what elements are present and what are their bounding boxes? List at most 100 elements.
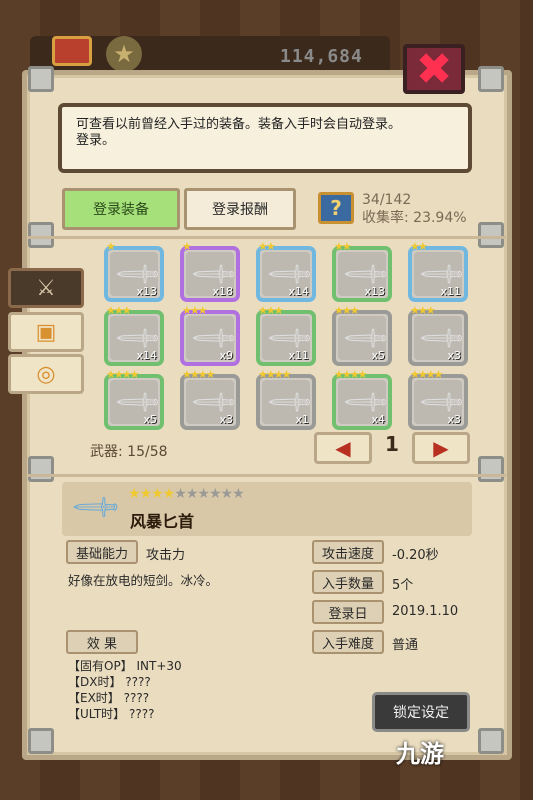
star-icon: ★: [220, 486, 234, 502]
next-page-button[interactable]: ▶: [412, 432, 470, 464]
rivet: [478, 456, 504, 482]
detail-header: [62, 482, 472, 536]
tab-registration-rewards[interactable]: 登录报酬: [184, 188, 296, 230]
flavor-text: 好像在放电的短剑。冰冷。: [68, 573, 219, 588]
currency-amount: 114,684: [280, 46, 363, 67]
star-icon: ★: [185, 486, 199, 502]
close-x-icon: ✖: [415, 43, 453, 95]
description-box: 可查看以前曾经入手过的装备。装备入手时会自动登录。 登录。: [58, 103, 472, 173]
star-icon: ★: [208, 486, 222, 502]
slot-quantity: x4: [371, 413, 385, 426]
equipment-slot[interactable]: ★★★ 🗡 x5: [332, 304, 392, 366]
equipment-slot[interactable]: ★★★ 🗡 x9: [180, 304, 240, 366]
difficulty-value: 普通: [392, 638, 419, 653]
divider: [28, 236, 506, 239]
sword-icon: ⚔: [36, 275, 56, 301]
effect-line: 【DX时】 ????: [68, 675, 151, 689]
weapon-tab[interactable]: ⚔: [8, 268, 84, 308]
obtained-count-label: 入手数量: [312, 570, 384, 594]
slot-stars: ★★: [258, 240, 276, 253]
slot-stars: ★★★: [182, 304, 208, 317]
star-icon: ★: [174, 486, 187, 502]
armor-tab[interactable]: ▣: [8, 312, 84, 352]
equipment-slot[interactable]: ★★★★ 🗡 x3: [408, 368, 468, 430]
slot-quantity: x13: [136, 285, 157, 298]
slot-stars: ★★★: [410, 304, 436, 317]
slot-quantity: x9: [219, 349, 233, 362]
equipment-slot[interactable]: ★★ 🗡 x13: [332, 240, 392, 302]
register-date-value: 2019.1.10: [392, 604, 459, 619]
attack-speed-label: 攻击速度: [312, 540, 384, 564]
rivet: [28, 222, 54, 248]
star-icon: ★: [151, 486, 164, 502]
equipment-slot[interactable]: ★★ 🗡 x11: [408, 240, 468, 302]
rate-value: 23.94%: [413, 210, 467, 226]
rivet: [478, 728, 504, 754]
chest-icon: [52, 36, 92, 66]
slot-quantity: x3: [219, 413, 233, 426]
slot-quantity: x13: [364, 285, 385, 298]
slot-quantity: x18: [212, 285, 233, 298]
slot-quantity: x1: [295, 413, 309, 426]
equipment-slot[interactable]: ★★ 🗡 x14: [256, 240, 316, 302]
attack-speed-value: -0.20秒: [392, 548, 439, 563]
slot-quantity: x14: [288, 285, 309, 298]
equipment-slot[interactable]: ★★★★ 🗡 x5: [104, 368, 164, 430]
lock-settings-button[interactable]: 锁定设定: [372, 692, 470, 732]
rivet: [28, 66, 54, 92]
obtained-count-value: 5个: [392, 578, 414, 593]
slot-stars: ★: [182, 240, 192, 253]
equipment-slot[interactable]: ★★★ 🗡 x11: [256, 304, 316, 366]
rivet: [28, 728, 54, 754]
armor-icon: ▣: [35, 319, 57, 345]
difficulty-label: 入手难度: [312, 630, 384, 654]
equipment-slot[interactable]: ★★★ 🗡 x3: [408, 304, 468, 366]
slot-quantity: x5: [371, 349, 385, 362]
collection-count: 34/142: [362, 192, 412, 208]
accessory-tab[interactable]: ◎: [8, 354, 84, 394]
book-icon: ?: [318, 192, 354, 224]
effect-line: 【ULT时】 ????: [68, 707, 155, 721]
star-icon: ★: [232, 486, 245, 502]
arrow-left-icon: ◀: [335, 436, 351, 460]
arrow-right-icon: ▶: [433, 436, 449, 460]
base-ability-value: 攻击力: [146, 548, 186, 563]
effect-line: 【固有OP】 INT+30: [68, 659, 182, 673]
divider: [28, 474, 506, 477]
slot-stars: ★★★: [258, 304, 284, 317]
slot-stars: ★★★: [106, 304, 132, 317]
description-text: 可查看以前曾经入手过的装备。装备入手时会自动登录。 登录。: [76, 117, 402, 148]
close-button[interactable]: ✖: [403, 43, 465, 95]
collection-rate: 收集率: 23.94%: [362, 207, 467, 227]
star-icon: ★: [128, 486, 141, 502]
slot-quantity: x5: [143, 413, 157, 426]
prev-page-button[interactable]: ◀: [314, 432, 372, 464]
slot-quantity: x3: [447, 413, 461, 426]
rate-label: 收集率:: [362, 210, 409, 226]
rivet: [478, 66, 504, 92]
tab-label: 登录装备: [93, 202, 149, 218]
equipment-slot[interactable]: ★★★★ 🗡 x1: [256, 368, 316, 430]
equipment-slot[interactable]: ★★★ 🗡 x14: [104, 304, 164, 366]
tab-registered-equipment[interactable]: 登录装备: [62, 188, 180, 230]
slot-stars: ★★: [410, 240, 428, 253]
weapon-count: 武器: 15/58: [90, 444, 168, 460]
equipment-slot[interactable]: ★ 🗡 x18: [180, 240, 240, 302]
effect-label[interactable]: 效 果: [66, 630, 138, 654]
slot-quantity: x3: [447, 349, 461, 362]
item-name: 风暴匕首: [130, 512, 195, 531]
star-icon: ★: [197, 486, 210, 502]
equipment-slot[interactable]: ★★★★ 🗡 x3: [180, 368, 240, 430]
tab-label: 登录报酬: [212, 202, 268, 218]
star-icon: ★: [162, 486, 176, 502]
base-ability-label[interactable]: 基础能力: [66, 540, 138, 564]
rivet: [28, 456, 54, 482]
equipment-slot[interactable]: ★★★★ 🗡 x4: [332, 368, 392, 430]
register-date-label: 登录日: [312, 600, 384, 624]
slot-quantity: x11: [440, 285, 461, 298]
star-coin-icon: ★: [106, 36, 142, 72]
star-icon: ★: [139, 486, 153, 502]
equipment-slot[interactable]: ★ 🗡 x13: [104, 240, 164, 302]
slot-stars: ★: [106, 240, 116, 253]
accessory-icon: ◎: [36, 361, 56, 387]
